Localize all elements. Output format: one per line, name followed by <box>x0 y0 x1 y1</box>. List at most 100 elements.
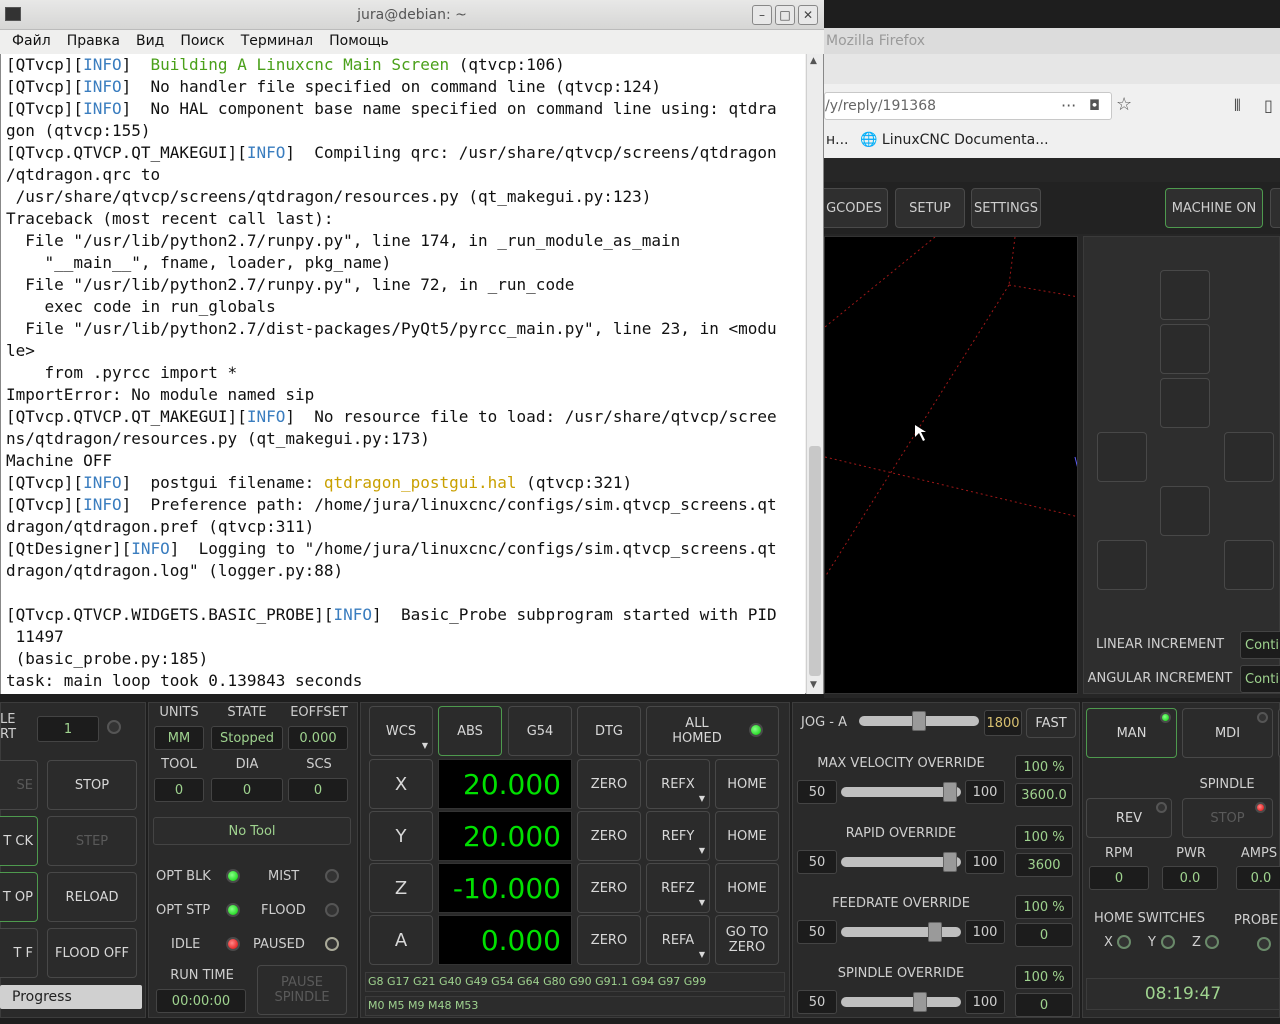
dtg-button[interactable]: DTG <box>577 706 641 756</box>
flood-off-button[interactable]: FLOOD OFF <box>47 928 137 978</box>
ref-button-y[interactable]: REFY ▼ <box>646 811 710 861</box>
block-delete-button-partial[interactable]: T CK <box>0 816 38 866</box>
jog-x-plus-button[interactable] <box>1224 432 1274 482</box>
override-min-button[interactable]: 50 <box>797 920 837 944</box>
terminal-text: INFO <box>246 407 286 426</box>
jog-x-minus-button[interactable] <box>1097 432 1147 482</box>
home-button-y[interactable]: HOME <box>715 811 779 861</box>
globe-icon: 🌐 <box>860 132 878 148</box>
override-slider-handle[interactable] <box>928 922 942 942</box>
override-slider-handle[interactable] <box>943 782 957 802</box>
axis-label-x[interactable]: X <box>369 759 433 809</box>
terminal-line: ns/qtdragon/resources.py (qt_makegui.py:… <box>6 428 805 450</box>
home-z-led <box>1205 935 1219 949</box>
ref-button-z[interactable]: REFZ ▼ <box>646 863 710 913</box>
jog-z-plus-button[interactable] <box>1160 270 1210 320</box>
override-max-button[interactable]: 100 <box>965 780 1005 804</box>
jog-z-minus-button[interactable] <box>1097 540 1147 590</box>
zero-button-x[interactable]: ZERO <box>577 759 641 809</box>
jog-y-minus-button[interactable] <box>1160 486 1210 536</box>
menu-item-4[interactable]: Терминал <box>241 33 313 49</box>
axis-label-a[interactable]: A <box>369 915 433 965</box>
jog-fast-button[interactable]: FAST <box>1026 708 1076 738</box>
terminal-line: [QTvcp][INFO] No handler file specified … <box>6 76 805 98</box>
home-button-z[interactable]: HOME <box>715 863 779 913</box>
machine-on-button[interactable]: MACHINE ON <box>1165 188 1263 228</box>
pause-button-partial[interactable]: SE <box>0 760 38 810</box>
override-slider-handle[interactable] <box>943 852 957 872</box>
override-min-button[interactable]: 50 <box>797 990 837 1014</box>
tab-gcodes[interactable]: GCODES <box>820 188 888 228</box>
terminal-text: ] Compiling qrc: /usr/share/qtvcp/screen… <box>285 143 777 162</box>
dia-value: 0 <box>211 778 283 802</box>
override-slider-handle[interactable] <box>913 992 927 1012</box>
terminal-output[interactable]: [QTvcp][INFO] Building A Linuxcnc Main S… <box>1 54 805 694</box>
axis-label-y[interactable]: Y <box>369 811 433 861</box>
ref-button-x[interactable]: REFX ▼ <box>646 759 710 809</box>
menu-item-5[interactable]: Помощь <box>329 33 389 49</box>
jog-y-plus-button[interactable] <box>1160 378 1210 428</box>
abs-button[interactable]: ABS <box>438 706 502 756</box>
estop-button-partial[interactable] <box>1270 188 1280 228</box>
mist-off-button-partial[interactable]: T F <box>0 928 38 978</box>
override-label: FEEDRATE OVERRIDE <box>832 896 970 911</box>
terminal-line: task: main loop took 0.139843 seconds <box>6 670 805 692</box>
override-max-button[interactable]: 100 <box>965 920 1005 944</box>
home-button-a[interactable]: GO TO ZERO <box>715 915 779 965</box>
tab-setup[interactable]: SETUP <box>895 188 965 228</box>
home-button-x[interactable]: HOME <box>715 759 779 809</box>
step-button[interactable]: STEP <box>47 816 137 866</box>
menu-item-3[interactable]: Поиск <box>180 33 224 49</box>
zero-button-y[interactable]: ZERO <box>577 811 641 861</box>
reload-button[interactable]: RELOAD <box>47 872 137 922</box>
menu-item-1[interactable]: Правка <box>67 33 120 49</box>
opt-stp-label: OPT STP <box>156 903 211 918</box>
terminal-text: dragon/qtdragon.pref (qtvcp:311) <box>6 517 315 536</box>
menu-item-0[interactable]: Файл <box>12 33 51 49</box>
paused-led <box>325 937 339 951</box>
override-min-button[interactable]: 50 <box>797 780 837 804</box>
maximize-button[interactable]: □ <box>775 5 795 25</box>
library-icon[interactable]: ⫴ <box>1234 96 1241 116</box>
bookmark-item-partial[interactable]: н... <box>826 132 849 148</box>
angular-increment-select[interactable]: Conti <box>1240 665 1280 693</box>
override-min-button[interactable]: 50 <box>797 850 837 874</box>
run-from-line-input[interactable]: 1 <box>37 716 99 742</box>
g54-button[interactable]: G54 <box>508 706 572 756</box>
close-button[interactable]: ✕ <box>798 5 818 25</box>
terminal-text: ] Logging to "/home/jura/linuxcnc/config… <box>169 539 777 558</box>
opt-stp-led <box>226 903 240 917</box>
menu-item-2[interactable]: Вид <box>136 33 164 49</box>
linear-increment-select[interactable]: Conti <box>1240 631 1280 659</box>
gcode-graphics-view[interactable] <box>824 236 1078 694</box>
stop-button[interactable]: STOP <box>47 760 137 810</box>
zero-button-a[interactable]: ZERO <box>577 915 641 965</box>
scrollbar-thumb[interactable] <box>809 446 821 676</box>
zero-button-z[interactable]: ZERO <box>577 863 641 913</box>
axis-label-z[interactable]: Z <box>369 863 433 913</box>
scroll-down-icon[interactable]: ▼ <box>810 680 817 690</box>
wcs-button[interactable]: WCS ▼ <box>369 706 433 756</box>
override-slider[interactable] <box>841 997 961 1007</box>
bookmark-item-linuxcnc[interactable]: 🌐 LinuxCNC Documenta... <box>860 132 1049 148</box>
tab-settings[interactable]: SETTINGS <box>971 188 1041 228</box>
override-slider[interactable] <box>841 927 961 937</box>
url-bar[interactable]: /y/reply/191368 ··· ◘ <box>824 92 1112 120</box>
minimize-button[interactable]: – <box>752 5 772 25</box>
pocket-icon[interactable]: ◘ <box>1089 93 1100 119</box>
sidebar-icon[interactable]: ▯ <box>1264 96 1273 115</box>
ref-label: REFX <box>661 776 695 792</box>
page-actions-icon[interactable]: ··· <box>1061 93 1076 119</box>
jog-a-minus-button[interactable] <box>1224 540 1274 590</box>
override-max-button[interactable]: 100 <box>965 850 1005 874</box>
jog-a-plus-button[interactable] <box>1160 324 1210 374</box>
jog-rate-slider-handle[interactable] <box>912 711 926 731</box>
terminal-scrollbar[interactable]: ▲ ▼ <box>806 54 823 694</box>
bookmark-star-icon[interactable]: ☆ <box>1116 94 1132 115</box>
pause-spindle-button[interactable]: PAUSE SPINDLE <box>257 965 347 1015</box>
scroll-up-icon[interactable]: ▲ <box>810 56 817 66</box>
optional-stop-button-partial[interactable]: T OP <box>0 872 38 922</box>
backplot-grid <box>825 237 1077 578</box>
override-max-button[interactable]: 100 <box>965 990 1005 1014</box>
ref-button-a[interactable]: REFA ▼ <box>646 915 710 965</box>
